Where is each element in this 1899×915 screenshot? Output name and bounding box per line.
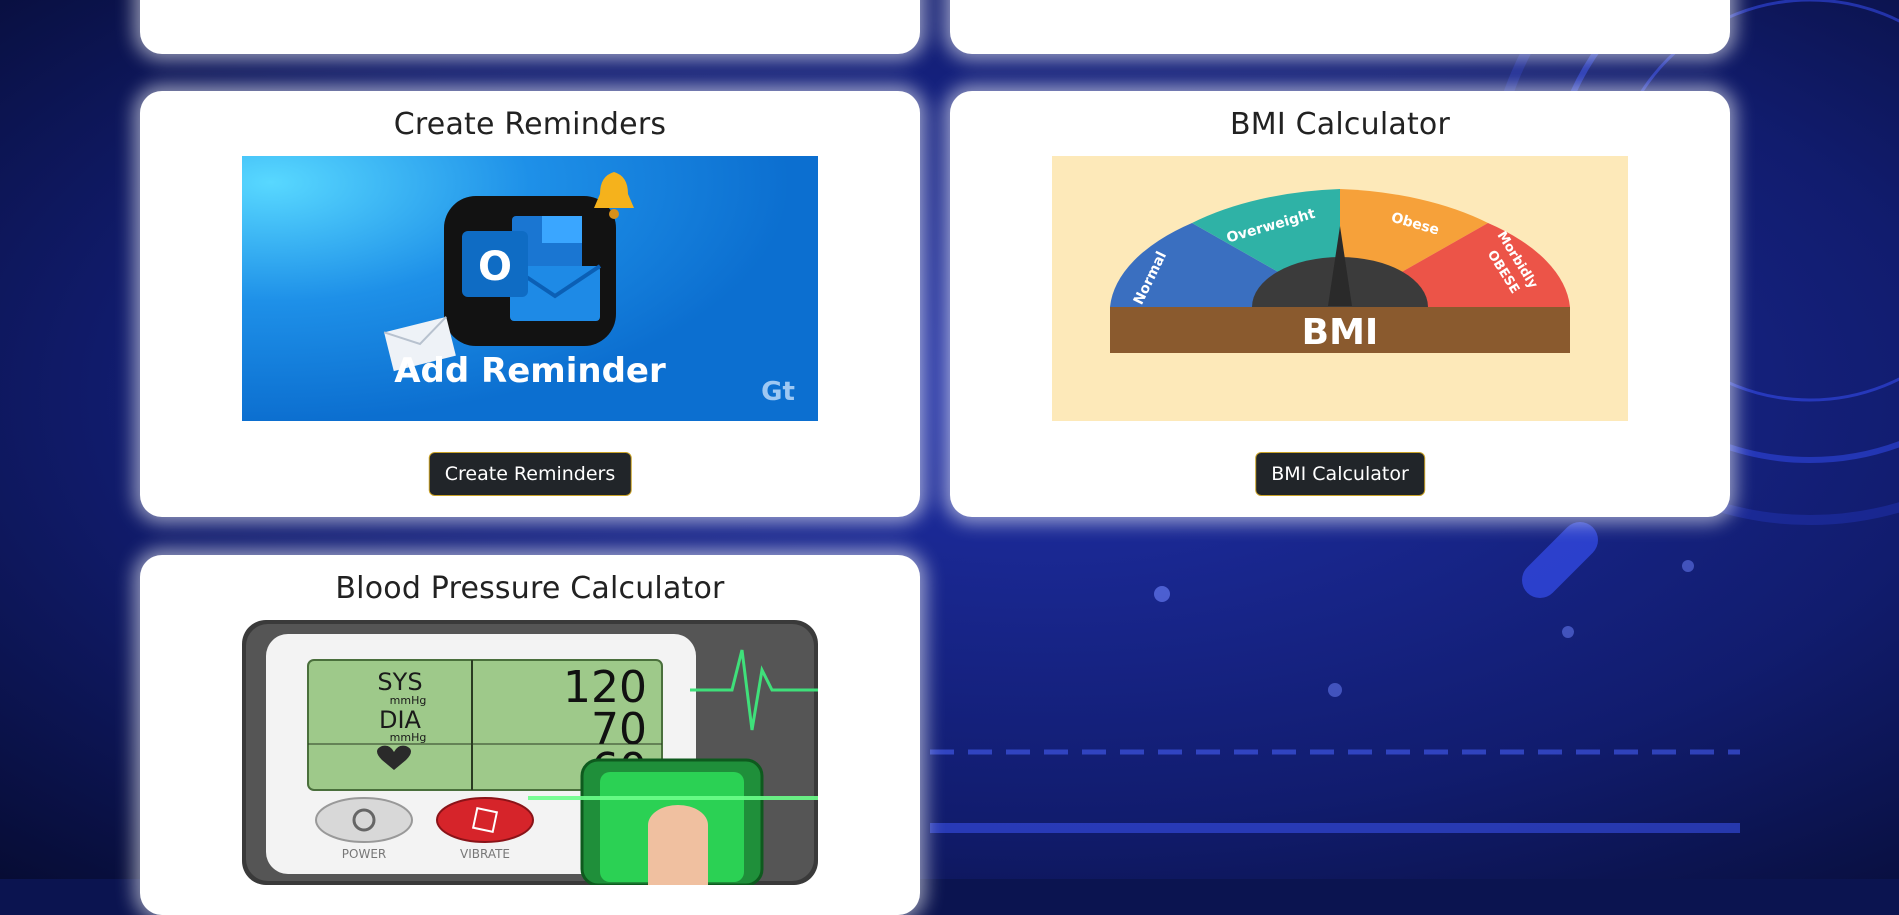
svg-text:SYS: SYS: [377, 668, 422, 696]
svg-text:Add Reminder: Add Reminder: [394, 351, 666, 391]
card-partial-right: [950, 0, 1730, 54]
card-blood-pressure-calculator: Blood Pressure Calculator SYS mmHg DIA m…: [140, 555, 920, 915]
card-title: Blood Pressure Calculator: [335, 571, 725, 606]
card-bmi-calculator: BMI Calculator BMI Normal Overweight Obe…: [950, 91, 1730, 517]
svg-text:POWER: POWER: [342, 847, 386, 861]
bmi-gauge-image: BMI Normal Overweight Obese Morbidly OBE…: [1052, 156, 1628, 421]
card-title: BMI Calculator: [1230, 107, 1450, 142]
card-create-reminders: Create Reminders O Add Reminder Gt Creat…: [140, 91, 920, 517]
svg-text:DIA: DIA: [379, 706, 422, 734]
svg-text:mmHg: mmHg: [390, 731, 427, 744]
blood-pressure-image: SYS mmHg DIA mmHg 120 70 60 POWER VIBRAT…: [242, 620, 818, 885]
card-partial-left: [140, 0, 920, 54]
svg-text:BMI: BMI: [1302, 312, 1379, 353]
create-reminders-button[interactable]: Create Reminders: [428, 452, 632, 496]
svg-text:O: O: [478, 244, 512, 290]
svg-text:Gt: Gt: [761, 377, 795, 407]
reminder-image: O Add Reminder Gt: [242, 156, 818, 421]
bmi-calculator-button[interactable]: BMI Calculator: [1255, 452, 1425, 496]
card-title: Create Reminders: [393, 107, 667, 142]
svg-text:VIBRATE: VIBRATE: [460, 847, 510, 861]
